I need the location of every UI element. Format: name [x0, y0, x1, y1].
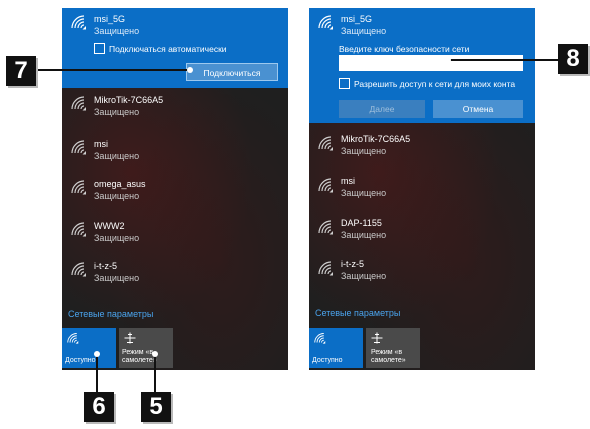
wifi-icon: [66, 332, 80, 344]
airplane-tile-label-line1: Режим «в: [371, 349, 403, 356]
network-ssid: msi: [94, 139, 108, 149]
callout-7: 7: [6, 56, 36, 86]
network-row-mikrotik[interactable]: MikroTik-7C66A5 Защищено: [62, 90, 288, 130]
airplane-mode-tile[interactable]: Режим «в самолете»: [119, 328, 173, 368]
wifi-tile-label: Доступно: [65, 357, 96, 364]
wifi-icon: [317, 177, 335, 193]
network-ssid: MikroTik-7C66A5: [94, 95, 164, 105]
network-status: Защищено: [341, 146, 387, 156]
wifi-icon: [70, 261, 88, 277]
network-status: Защищено: [94, 191, 140, 201]
wifi-quick-action-tile[interactable]: Доступно: [62, 328, 116, 368]
network-row-mikrotik[interactable]: MikroTik-7C66A5 Защищено: [309, 130, 535, 170]
network-ssid: MikroTik-7C66A5: [341, 134, 411, 144]
callout-6: 6: [84, 392, 114, 422]
network-row-i-t-z-5[interactable]: i-t-z-5 Защищено: [309, 255, 535, 295]
network-status: Защищено: [94, 107, 140, 117]
network-status: Защищено: [341, 26, 387, 36]
network-ssid: msi_5G: [94, 14, 126, 24]
network-flyout-right: msi_5G Защищено Введите ключ безопасност…: [309, 8, 535, 370]
network-ssid: DAP-1155: [341, 218, 382, 228]
wifi-quick-action-tile[interactable]: Доступно: [309, 328, 363, 368]
network-row-i-t-z-5[interactable]: i-t-z-5 Защищено: [62, 256, 288, 296]
wifi-icon: [70, 179, 88, 195]
wifi-icon: [70, 14, 88, 30]
wifi-icon: [317, 260, 335, 276]
network-ssid: i-t-z-5: [94, 261, 117, 271]
wifi-icon: [70, 221, 88, 237]
airplane-tile-label-line2: самолете»: [371, 357, 406, 364]
network-flyout-left: msi_5G Защищено Подключаться автоматичес…: [62, 8, 288, 370]
network-settings-link[interactable]: Сетевые параметры: [68, 309, 153, 319]
network-ssid: msi_5G: [341, 14, 373, 24]
airplane-tile-label: Режим «в самолете»: [122, 349, 157, 365]
network-row-dap-1155[interactable]: DAP-1155 Защищено: [309, 214, 535, 254]
network-row-msi[interactable]: msi Защищено: [62, 134, 288, 174]
network-row-www2[interactable]: WWW2 Защищено: [62, 216, 288, 256]
network-ssid: msi: [341, 176, 355, 186]
wifi-icon: [313, 332, 327, 344]
network-status: Защищено: [94, 26, 140, 36]
network-status: Защищено: [94, 233, 140, 243]
security-key-input[interactable]: [339, 55, 523, 71]
wifi-icon: [317, 135, 335, 151]
auto-connect-label: Подключаться автоматически: [109, 44, 227, 54]
network-ssid: i-t-z-5: [341, 259, 364, 269]
airplane-icon: [370, 332, 384, 344]
network-status: Защищено: [341, 271, 387, 281]
cancel-button[interactable]: Отмена: [433, 100, 523, 118]
callout-6-leader: [96, 354, 98, 392]
selected-network-msi-5g[interactable]: msi_5G Защищено Подключаться автоматичес…: [62, 8, 288, 88]
airplane-icon: [123, 332, 137, 344]
network-status: Защищено: [94, 151, 140, 161]
wifi-icon: [317, 219, 335, 235]
network-settings-link[interactable]: Сетевые параметры: [315, 308, 400, 318]
network-ssid: omega_asus: [94, 179, 146, 189]
callout-8-leader: [448, 59, 558, 61]
share-network-label: Разрешить доступ к сети для моих конта: [354, 79, 516, 89]
wifi-icon: [70, 95, 88, 111]
network-status: Защищено: [94, 273, 140, 283]
network-row-msi[interactable]: msi Защищено: [309, 172, 535, 212]
network-row-omega-asus[interactable]: omega_asus Защищено: [62, 174, 288, 214]
callout-7-marker: [187, 67, 193, 73]
next-button[interactable]: Далее: [339, 100, 425, 118]
network-ssid: WWW2: [94, 221, 125, 231]
network-status: Защищено: [341, 230, 387, 240]
selected-network-msi-5g[interactable]: msi_5G Защищено Введите ключ безопасност…: [309, 8, 535, 123]
wifi-icon: [317, 14, 335, 30]
callout-5: 5: [141, 392, 171, 422]
airplane-tile-label-line2: самолете»: [122, 357, 157, 364]
callout-5-marker: [152, 351, 158, 357]
wifi-icon: [70, 139, 88, 155]
security-key-prompt: Введите ключ безопасности сети: [339, 44, 470, 54]
auto-connect-checkbox[interactable]: [94, 43, 105, 54]
callout-5-leader: [154, 354, 156, 392]
wifi-tile-label: Доступно: [312, 357, 343, 364]
airplane-tile-label: Режим «в самолете»: [371, 349, 406, 365]
callout-8: 8: [558, 44, 588, 74]
airplane-mode-tile[interactable]: Режим «в самолете»: [366, 328, 420, 368]
connect-button[interactable]: Подключиться: [186, 63, 278, 81]
network-status: Защищено: [341, 188, 387, 198]
share-network-checkbox[interactable]: [339, 78, 350, 89]
callout-8-marker: [445, 57, 451, 63]
callout-7-leader: [38, 69, 190, 71]
airplane-tile-label-line1: Режим «в: [122, 349, 154, 356]
callout-6-marker: [94, 351, 100, 357]
